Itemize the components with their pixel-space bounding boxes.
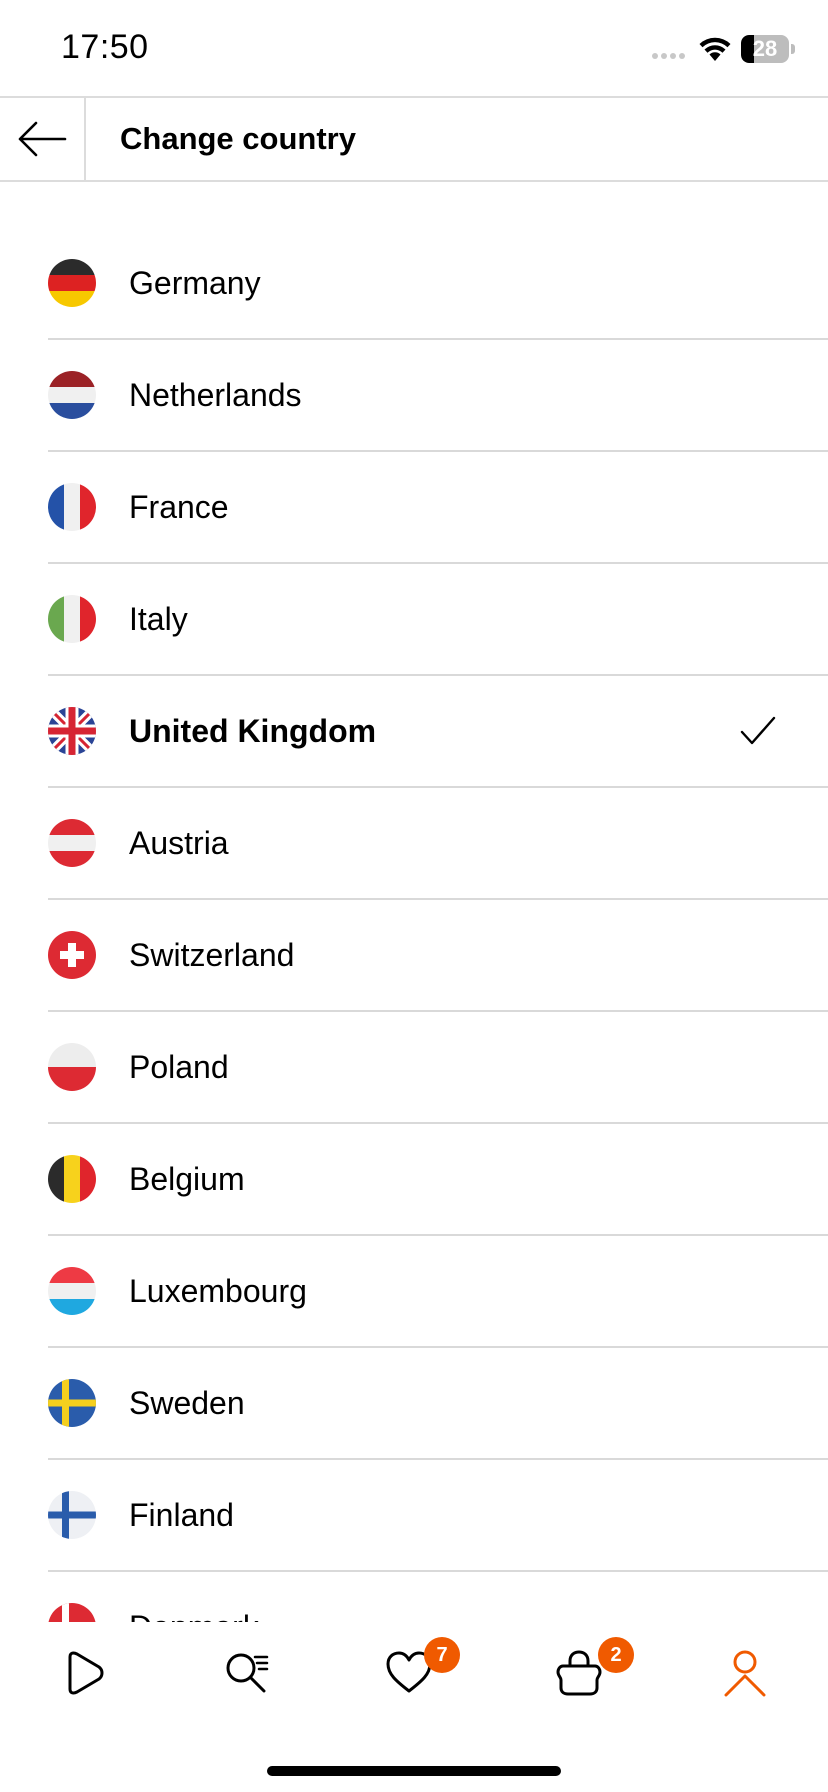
country-name: Switzerland bbox=[129, 937, 295, 973]
cellular-signal-icon bbox=[652, 53, 685, 59]
tab-wishlist[interactable]: 7 bbox=[349, 1622, 469, 1724]
battery-percent: 28 bbox=[752, 36, 778, 61]
country-list[interactable]: Germany Netherlands France Italy United … bbox=[0, 182, 828, 1622]
country-row-denmark[interactable]: Denmark bbox=[48, 1572, 828, 1622]
sweden-flag-icon bbox=[48, 1379, 96, 1427]
country-row-poland[interactable]: Poland bbox=[48, 1012, 828, 1124]
battery-cap bbox=[791, 44, 795, 54]
battery-icon: 28 bbox=[741, 35, 789, 63]
navigation-header: Change country bbox=[0, 96, 828, 182]
country-row-switzerland[interactable]: Switzerland bbox=[48, 900, 828, 1012]
france-flag-icon bbox=[48, 483, 96, 531]
uk-flag-icon bbox=[48, 707, 96, 755]
status-bar: 17:50 28 bbox=[0, 0, 828, 96]
wishlist-badge: 7 bbox=[424, 1637, 460, 1673]
country-row-belgium[interactable]: Belgium bbox=[48, 1124, 828, 1236]
status-time: 17:50 bbox=[61, 28, 149, 66]
tab-bar: 7 2 bbox=[0, 1622, 828, 1724]
arrow-left-icon bbox=[18, 121, 67, 157]
tab-search[interactable] bbox=[186, 1622, 306, 1724]
country-row-austria[interactable]: Austria bbox=[48, 788, 828, 900]
country-row-finland[interactable]: Finland bbox=[48, 1460, 828, 1572]
home-indicator[interactable] bbox=[267, 1766, 561, 1776]
country-name: Sweden bbox=[129, 1385, 245, 1421]
checkmark-icon bbox=[740, 716, 776, 745]
tab-cart[interactable]: 2 bbox=[519, 1622, 639, 1724]
germany-flag-icon bbox=[48, 259, 96, 307]
finland-flag-icon bbox=[48, 1491, 96, 1539]
cart-badge: 2 bbox=[598, 1637, 634, 1673]
country-row-united-kingdom[interactable]: United Kingdom bbox=[48, 676, 828, 788]
country-name: Denmark bbox=[129, 1572, 259, 1622]
play-home-icon bbox=[68, 1651, 104, 1695]
denmark-flag-icon bbox=[48, 1603, 96, 1622]
italy-flag-icon bbox=[48, 595, 96, 643]
country-row-germany[interactable]: Germany bbox=[48, 228, 828, 340]
country-name: Finland bbox=[129, 1497, 234, 1533]
wifi-icon bbox=[699, 37, 731, 61]
country-name: France bbox=[129, 489, 229, 525]
luxembourg-flag-icon bbox=[48, 1267, 96, 1315]
country-row-sweden[interactable]: Sweden bbox=[48, 1348, 828, 1460]
tab-profile[interactable] bbox=[685, 1622, 805, 1724]
country-row-france[interactable]: France bbox=[48, 452, 828, 564]
back-button[interactable] bbox=[0, 98, 86, 180]
country-row-luxembourg[interactable]: Luxembourg bbox=[48, 1236, 828, 1348]
country-name: Luxembourg bbox=[129, 1273, 307, 1309]
country-row-italy[interactable]: Italy bbox=[48, 564, 828, 676]
country-name: United Kingdom bbox=[129, 713, 377, 749]
switzerland-flag-icon bbox=[48, 931, 96, 979]
austria-flag-icon bbox=[48, 819, 96, 867]
country-name: Germany bbox=[129, 265, 261, 301]
country-row-netherlands[interactable]: Netherlands bbox=[48, 340, 828, 452]
search-list-icon bbox=[226, 1653, 269, 1693]
country-name: Italy bbox=[129, 601, 188, 637]
country-name: Poland bbox=[129, 1049, 229, 1085]
page-title: Change country bbox=[120, 121, 356, 156]
poland-flag-icon bbox=[48, 1043, 96, 1091]
belgium-flag-icon bbox=[48, 1155, 96, 1203]
country-name: Belgium bbox=[129, 1161, 245, 1197]
person-icon bbox=[724, 1650, 766, 1697]
shopping-bag-icon bbox=[556, 1650, 602, 1696]
tab-home[interactable] bbox=[23, 1622, 143, 1724]
netherlands-flag-icon bbox=[48, 371, 96, 419]
country-name: Austria bbox=[129, 825, 229, 861]
country-name: Netherlands bbox=[129, 377, 302, 413]
